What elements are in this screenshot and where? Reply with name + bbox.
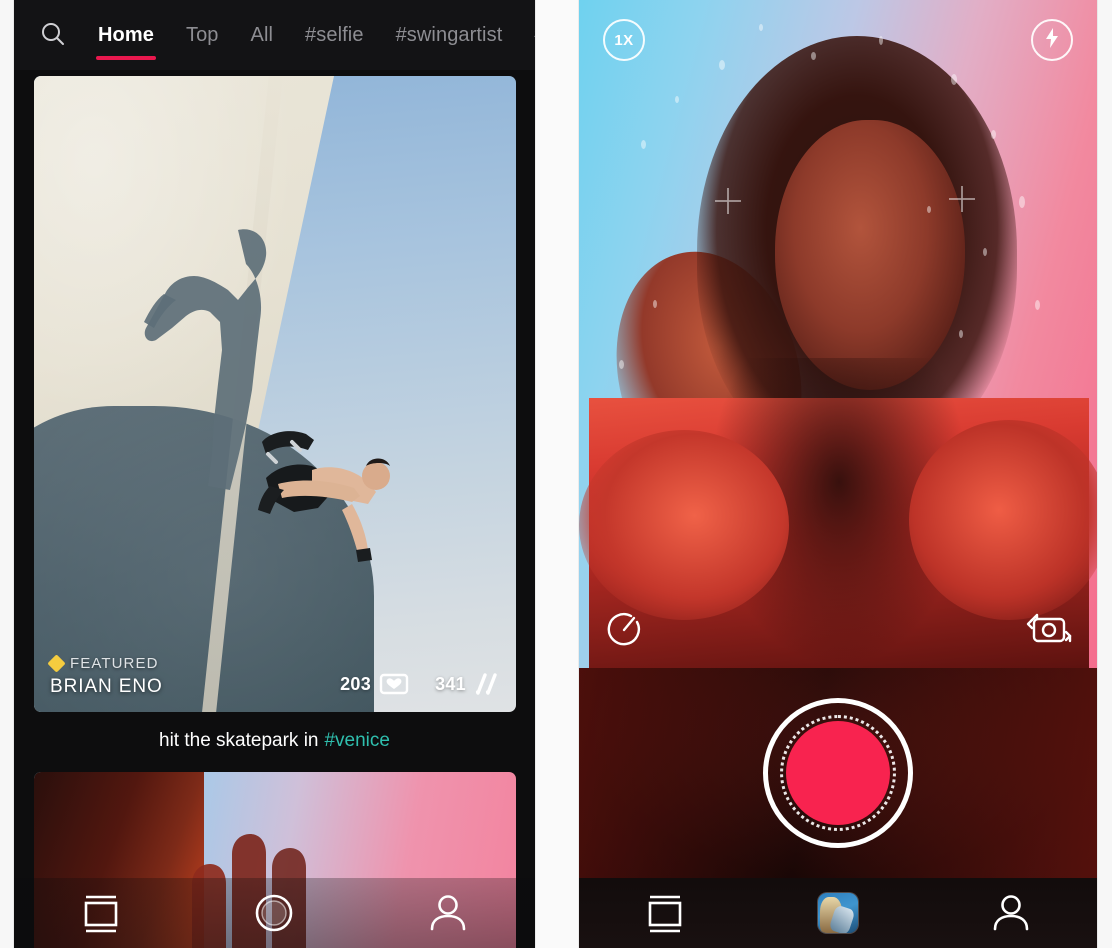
tab-all[interactable]: All	[235, 0, 290, 70]
reposts-count: 341	[435, 673, 466, 694]
tab-swingartist-label: #swingartist	[395, 23, 503, 46]
focus-crosshair-right	[949, 186, 975, 212]
camera-bottom-nav	[579, 878, 1097, 948]
search-icon[interactable]	[36, 18, 70, 52]
camera-circle-icon	[252, 891, 296, 935]
camera-top-controls: 1X	[579, 0, 1097, 80]
nav-profile-button-camera[interactable]	[966, 885, 1056, 941]
feed-card-featured[interactable]: FEATURED BRIAN ENO 203 341	[34, 76, 516, 712]
profile-person-icon	[988, 891, 1034, 935]
feed-tabs: Home Top All #selfie #swingartist #natu	[82, 0, 535, 70]
tab-swingartist[interactable]: #swingartist	[380, 0, 519, 70]
reposts-stat[interactable]: 341	[435, 672, 500, 696]
feed-cards-icon	[642, 891, 688, 935]
feed-cards-icon	[78, 891, 124, 935]
zoom-level-label: 1X	[614, 31, 634, 49]
feed-topbar: Home Top All #selfie #swingartist #natu	[14, 0, 535, 70]
nav-feed-button[interactable]	[56, 885, 146, 941]
nav-feed-button-camera[interactable]	[620, 885, 710, 941]
app-screenshot: Home Top All #selfie #swingartist #natu	[0, 0, 1112, 948]
nav-gallery-button[interactable]	[793, 885, 883, 941]
card-caption: hit the skatepark in #venice	[14, 712, 535, 770]
shutter-button[interactable]	[763, 698, 913, 848]
card-meta-right: 203 341	[340, 672, 500, 698]
page-gutter-left	[0, 0, 14, 948]
camera-viewfinder[interactable]	[579, 0, 1097, 668]
timer-icon	[603, 612, 645, 655]
flash-button[interactable]	[1031, 19, 1073, 61]
nav-camera-button[interactable]	[229, 885, 319, 941]
nav-profile-button[interactable]	[403, 885, 493, 941]
flash-bolt-icon	[1043, 27, 1061, 53]
phone-right-camera: 1X	[579, 0, 1097, 948]
camera-flip-button[interactable]	[1025, 611, 1073, 654]
viewfinder-droplets	[579, 0, 1097, 668]
shutter-dotted-ring	[780, 715, 896, 831]
tab-top-label: Top	[185, 23, 219, 46]
card-meta-left: FEATURED BRIAN ENO	[47, 654, 163, 698]
diamond-icon	[47, 654, 66, 673]
tab-nature-label: #natu	[534, 24, 535, 47]
likes-count: 203	[340, 673, 372, 694]
card-meta: FEATURED BRIAN ENO 203 341	[34, 638, 516, 712]
tab-active-underline	[96, 56, 156, 60]
featured-label: FEATURED	[70, 655, 159, 672]
tab-top[interactable]: Top	[170, 0, 235, 70]
tab-selfie[interactable]: #selfie	[289, 0, 380, 70]
phone-left-feed: Home Top All #selfie #swingartist #natu	[14, 0, 535, 948]
double-slash-icon	[474, 672, 500, 696]
focus-crosshair-left	[715, 188, 741, 214]
caption-hashtag[interactable]: #venice	[324, 730, 390, 752]
featured-badge: FEATURED	[47, 654, 163, 673]
likes-stat[interactable]: 203	[340, 672, 409, 696]
tab-selfie-label: #selfie	[305, 23, 364, 46]
feed-bottom-nav	[14, 878, 535, 948]
camera-shutter-area	[579, 668, 1097, 878]
photo-skateboard	[256, 428, 322, 488]
tab-nature[interactable]: #natu	[518, 0, 535, 70]
profile-person-icon	[425, 891, 471, 935]
gallery-thumbnail	[817, 893, 858, 933]
timer-button[interactable]	[603, 609, 645, 656]
card-photo-skatepark	[34, 76, 516, 712]
heart-bubble-icon	[379, 672, 409, 696]
tab-home-label: Home	[98, 23, 154, 46]
zoom-level-button[interactable]: 1X	[603, 19, 645, 61]
page-gutter-middle	[535, 0, 579, 948]
page-gutter-right	[1097, 0, 1112, 948]
camera-flip-icon	[1025, 613, 1073, 653]
tab-home[interactable]: Home	[82, 0, 170, 70]
camera-mid-controls	[579, 596, 1097, 668]
artist-name: BRIAN ENO	[50, 676, 163, 697]
caption-text: hit the skatepark in	[159, 730, 319, 751]
tab-all-label: All	[250, 23, 274, 46]
